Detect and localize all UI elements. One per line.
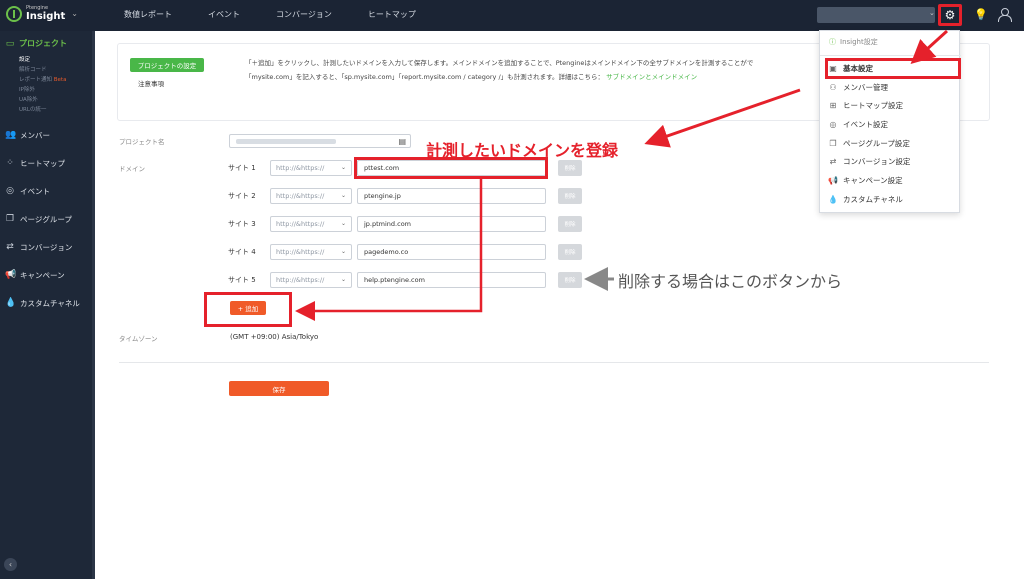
- annotation-arrows: [295, 29, 949, 321]
- arrow-to-gear-menu: [910, 29, 949, 65]
- arrow-to-domain: [644, 88, 801, 148]
- arrow-to-add: [295, 179, 483, 321]
